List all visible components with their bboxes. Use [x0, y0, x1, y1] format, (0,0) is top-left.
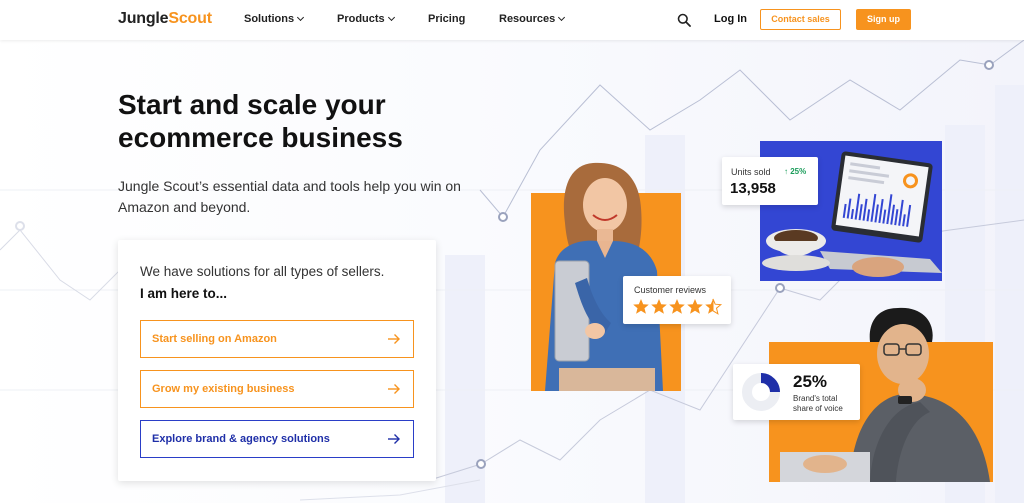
card-title: We have solutions for all types of selle…	[140, 264, 385, 279]
star-icon	[633, 299, 649, 314]
login-link[interactable]: Log In	[714, 13, 747, 25]
share-label-line-2: share of voice	[793, 404, 843, 413]
chevron-down-icon	[558, 13, 566, 22]
jungle-scout-logo[interactable]: JungleScout	[118, 10, 212, 28]
share-label-line-1: Brand's total	[793, 394, 838, 403]
contact-sales-button[interactable]: Contact sales	[760, 9, 841, 30]
nav-products-label: Products	[337, 13, 385, 25]
chevron-down-icon	[387, 13, 395, 22]
seller-type-card: We have solutions for all types of selle…	[118, 240, 436, 481]
arrow-right-icon	[388, 434, 400, 444]
headline-line-2: ecommerce business	[118, 122, 403, 153]
star-icon	[651, 299, 667, 314]
sign-up-button[interactable]: Sign up	[856, 9, 911, 30]
woman-holding-laptop-photo	[545, 162, 663, 391]
donut-chart-icon	[742, 373, 780, 411]
star-rating	[633, 298, 723, 315]
grow-business-button[interactable]: Grow my existing business	[140, 370, 414, 408]
logo-text-jungle: Jungle	[118, 10, 169, 27]
arrow-right-icon	[388, 384, 400, 394]
share-value: 25%	[793, 372, 828, 391]
share-label: Brand's total share of voice	[793, 394, 843, 414]
brand-agency-button[interactable]: Explore brand & agency solutions	[140, 420, 414, 458]
nav-solutions[interactable]: Solutions	[244, 13, 305, 25]
share-of-voice-card: 25% Brand's total share of voice	[733, 364, 860, 420]
star-icon	[687, 299, 703, 314]
option-label: Explore brand & agency solutions	[152, 433, 330, 445]
half-star-icon	[705, 299, 713, 314]
headline-line-1: Start and scale your	[118, 89, 386, 120]
hero-headline: Start and scale your ecommerce business	[118, 88, 498, 154]
top-navigation: JungleScout Solutions Products Pricing R…	[0, 0, 1024, 40]
star-icon	[669, 299, 685, 314]
nav-solutions-label: Solutions	[244, 13, 295, 25]
start-selling-button[interactable]: Start selling on Amazon	[140, 320, 414, 358]
option-label: Grow my existing business	[152, 383, 295, 395]
hero-subtext: Jungle Scout’s essential data and tools …	[118, 178, 461, 215]
nav-pricing-label: Pricing	[428, 13, 466, 25]
reviews-label: Customer reviews	[634, 285, 707, 295]
nav-resources-label: Resources	[499, 13, 556, 25]
units-sold-label: Units sold	[731, 167, 771, 177]
nav-pricing[interactable]: Pricing	[428, 13, 465, 25]
arrow-right-icon	[388, 334, 400, 344]
nav-products[interactable]: Products	[337, 13, 395, 25]
search-icon[interactable]	[677, 13, 691, 27]
logo-text-scout: Scout	[168, 10, 212, 27]
nav-resources[interactable]: Resources	[499, 13, 566, 25]
card-subtitle: I am here to...	[140, 286, 228, 301]
customer-reviews-card: Customer reviews	[623, 276, 731, 324]
option-label: Start selling on Amazon	[152, 333, 277, 345]
units-sold-value: 13,958	[730, 180, 776, 197]
units-change-badge: ↑ 25%	[784, 167, 807, 176]
chevron-down-icon	[297, 13, 305, 22]
units-sold-card: Units sold ↑ 25% 13,958	[722, 157, 818, 205]
